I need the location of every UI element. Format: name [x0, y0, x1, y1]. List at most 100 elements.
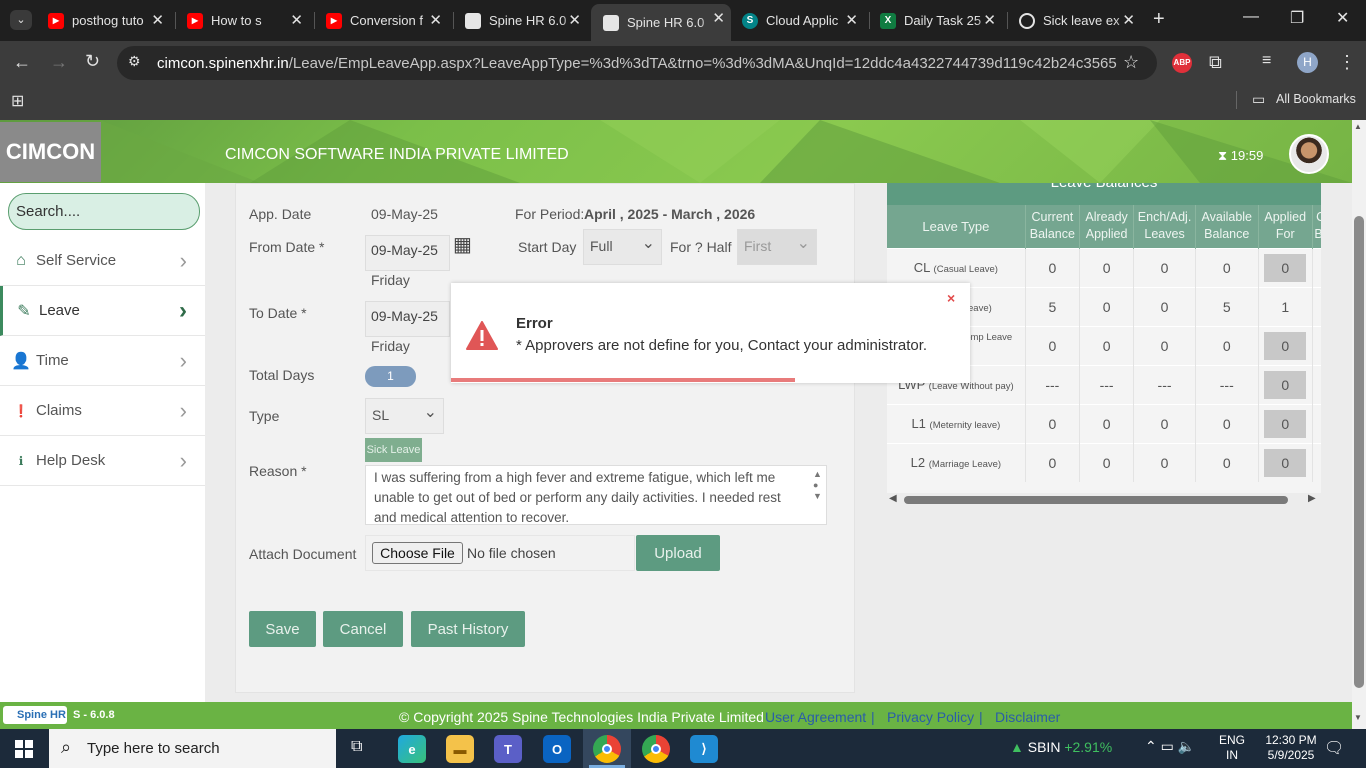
balance-value[interactable]: 0: [1264, 370, 1307, 399]
leave-code: CL: [913, 260, 930, 275]
sidebar-item-leave[interactable]: ✎ Leave ›: [0, 286, 205, 336]
tab-2[interactable]: ▶ How to s ✕: [179, 6, 309, 35]
tray-chevron-icon[interactable]: ⌃: [1145, 738, 1157, 754]
teams-icon[interactable]: T: [494, 735, 522, 763]
scroll-down-icon[interactable]: ▼: [1354, 713, 1362, 722]
balance-cell[interactable]: 0: [1258, 442, 1313, 482]
textarea-scroll-icon[interactable]: ▲ ● ▼: [813, 469, 822, 502]
system-tray[interactable]: ⌃ ▭ 🔈: [1145, 738, 1195, 755]
language-indicator[interactable]: ENG IN: [1219, 733, 1245, 763]
sidebar-item-time[interactable]: 👤 Time ›: [0, 336, 205, 386]
task-view-icon[interactable]: ⧉: [351, 738, 362, 756]
reload-icon[interactable]: ↻: [85, 51, 100, 72]
tab-close-icon[interactable]: ✕: [290, 11, 303, 29]
balance-value[interactable]: 0: [1264, 253, 1307, 282]
tab-6[interactable]: S Cloud Applic ✕: [734, 6, 864, 35]
close-dialog-icon[interactable]: ×: [947, 290, 955, 306]
site-info-icon[interactable]: ⚙: [128, 53, 141, 70]
outlook-icon[interactable]: O: [543, 735, 571, 763]
balance-cell[interactable]: 0: [1258, 325, 1313, 365]
edge-icon[interactable]: e: [398, 735, 426, 763]
sidebar-item-help-desk[interactable]: ℹ Help Desk ›: [0, 436, 205, 486]
tab-close-icon[interactable]: ✕: [429, 11, 442, 29]
balance-value[interactable]: 0: [1264, 409, 1307, 438]
tab-close-icon[interactable]: ✕: [1122, 11, 1135, 29]
taskbar-search-box[interactable]: Type here to search: [49, 729, 336, 768]
menu-kebab-icon[interactable]: ⋮: [1338, 52, 1356, 73]
apps-grid-icon[interactable]: ⊞: [11, 91, 24, 111]
url-text[interactable]: cimcon.spinenxhr.in/Leave/EmpLeaveApp.as…: [157, 55, 1117, 72]
past-history-button[interactable]: Past History: [411, 611, 525, 647]
tab-8[interactable]: Sick leave ex ✕: [1011, 6, 1141, 35]
company-logo[interactable]: CIMCON: [0, 122, 101, 182]
sidebar-item-self-service[interactable]: ⌂ Self Service ›: [0, 236, 205, 286]
tab-3[interactable]: ▶ Conversion f ✕: [318, 6, 448, 35]
table-scroll-thumb[interactable]: [904, 496, 1288, 504]
session-timer: ⧗ 19:59: [1218, 148, 1263, 164]
back-icon[interactable]: ←: [13, 52, 31, 73]
notification-icon[interactable]: 🗨: [1324, 738, 1344, 758]
scroll-right-icon[interactable]: ▶: [1308, 493, 1316, 504]
tab-close-icon[interactable]: ✕: [983, 11, 996, 29]
file-explorer-icon[interactable]: ▬: [446, 735, 474, 763]
all-bookmarks-link[interactable]: All Bookmarks: [1276, 92, 1356, 106]
to-date-input[interactable]: 09-May-25: [365, 301, 450, 337]
save-button[interactable]: Save: [249, 611, 316, 647]
tab-search-icon[interactable]: ⌄: [10, 10, 32, 30]
from-date-label: From Date *: [249, 239, 325, 255]
balance-cell[interactable]: 0: [1258, 403, 1313, 443]
balance-value[interactable]: 0: [1264, 331, 1307, 360]
bookmark-star-icon[interactable]: ☆: [1123, 52, 1139, 73]
balance-value[interactable]: 0: [1264, 448, 1307, 477]
folder-icon: ▭: [1252, 91, 1266, 107]
page-scroll-thumb[interactable]: [1354, 216, 1364, 688]
start-day-select[interactable]: Full: [583, 229, 662, 265]
from-calendar-icon[interactable]: ▦: [453, 232, 472, 257]
tab-close-icon[interactable]: ✕: [568, 11, 581, 29]
sidebar-item-claims[interactable]: ❗ Claims ›: [0, 386, 205, 436]
new-tab-icon[interactable]: +: [1153, 8, 1165, 31]
profile-avatar[interactable]: H: [1297, 52, 1318, 73]
taskbar-clock[interactable]: 12:30 PM 5/9/2025: [1258, 733, 1324, 763]
sidebar-item-label: Claims: [36, 402, 82, 419]
forward-icon[interactable]: →: [50, 52, 68, 73]
stock-change: +2.91%: [1064, 739, 1113, 755]
user-agreement-link[interactable]: User Agreement: [765, 709, 866, 725]
tab-4[interactable]: Spine HR 6.0 ✕: [457, 6, 587, 35]
tab-close-icon[interactable]: ✕: [151, 11, 164, 29]
tab-close-icon[interactable]: ✕: [845, 11, 858, 29]
adblock-icon[interactable]: ABP: [1172, 53, 1192, 73]
media-control-icon[interactable]: ≡: [1262, 52, 1271, 70]
balance-cell[interactable]: 0: [1258, 247, 1313, 287]
scroll-up-icon[interactable]: ▲: [1354, 122, 1362, 131]
tab-5[interactable]: Spine HR 6.0 ✕: [591, 4, 731, 41]
volume-icon[interactable]: 🔈: [1178, 738, 1195, 754]
scroll-left-icon[interactable]: ◀: [889, 493, 897, 504]
extensions-icon[interactable]: ⧉: [1209, 52, 1222, 73]
upload-button[interactable]: Upload: [636, 535, 720, 571]
tab-1[interactable]: ▶ posthog tuto ✕: [40, 6, 170, 35]
type-select[interactable]: SL: [365, 398, 444, 434]
half-select[interactable]: First: [737, 229, 817, 265]
close-window-icon[interactable]: ✕: [1336, 8, 1349, 28]
tab-7[interactable]: X Daily Task 25 ✕: [872, 6, 1002, 35]
choose-file-button[interactable]: Choose File: [372, 542, 463, 564]
maximize-icon[interactable]: ❐: [1290, 8, 1304, 28]
reason-textarea[interactable]: I was suffering from a high fever and ex…: [365, 465, 827, 525]
tab-close-icon[interactable]: ✕: [712, 9, 725, 27]
sidebar-search-input[interactable]: Search....: [8, 193, 200, 230]
from-date-input[interactable]: 09-May-25: [365, 235, 450, 271]
cancel-button[interactable]: Cancel: [323, 611, 403, 647]
privacy-policy-link[interactable]: Privacy Policy: [887, 709, 974, 725]
windows-start-icon[interactable]: [15, 740, 33, 758]
chrome-profile-icon[interactable]: [642, 735, 670, 763]
stock-widget[interactable]: ▲ SBIN +2.91%: [1010, 739, 1112, 755]
disclaimer-link[interactable]: Disclaimer: [995, 709, 1060, 725]
network-icon[interactable]: ▭: [1161, 738, 1174, 754]
user-avatar[interactable]: [1289, 134, 1329, 174]
balance-cell[interactable]: 0: [1258, 364, 1313, 404]
table-horizontal-scrollbar[interactable]: ◀ ▶: [887, 493, 1321, 507]
minimize-icon[interactable]: —: [1243, 8, 1259, 26]
vscode-icon[interactable]: ⟩: [690, 735, 718, 763]
chrome-icon[interactable]: [593, 735, 621, 763]
